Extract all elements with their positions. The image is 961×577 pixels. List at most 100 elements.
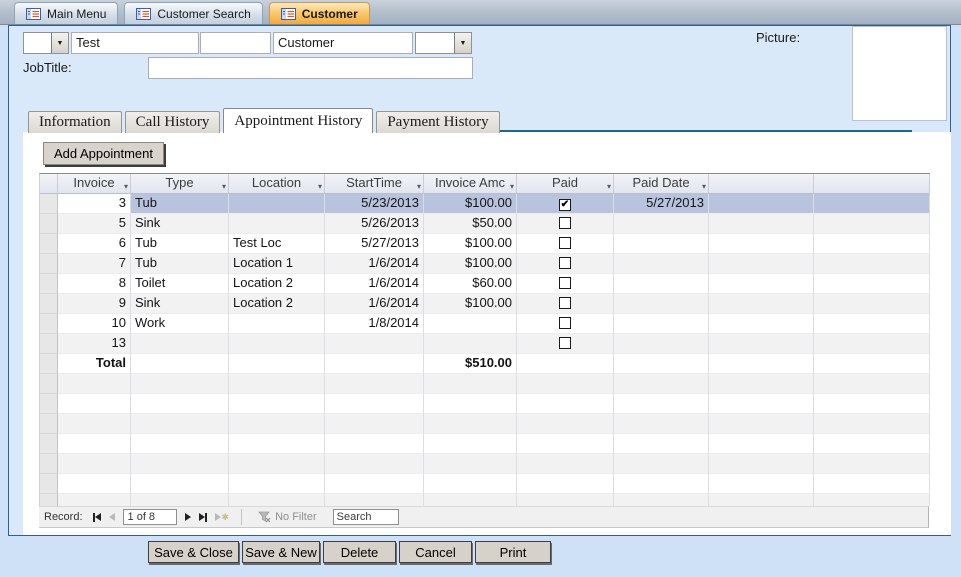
cell-start_time[interactable]: 5/23/2013 xyxy=(325,194,424,214)
select-all-cell[interactable] xyxy=(40,174,58,194)
picture-box[interactable] xyxy=(852,26,947,121)
window-tab-customer[interactable]: Customer xyxy=(269,2,370,24)
cell-type[interactable]: Sink xyxy=(131,214,229,234)
cell-extra2[interactable] xyxy=(814,334,930,354)
cell-invoice_amount[interactable]: $50.00 xyxy=(424,214,517,234)
cell-invoice_amount[interactable]: $100.00 xyxy=(424,254,517,274)
cell-location[interactable]: Location 2 xyxy=(229,294,325,314)
cell-paid[interactable] xyxy=(517,234,614,254)
cell-invoice_amount[interactable]: $60.00 xyxy=(424,274,517,294)
no-filter-button[interactable]: No Filter xyxy=(250,511,325,523)
filter-dropdown-icon[interactable]: ▾ xyxy=(318,178,322,194)
column-header-invoice_amount[interactable]: Invoice Amc▾ xyxy=(424,174,517,194)
paid-checkbox[interactable] xyxy=(559,277,571,289)
paid-checkbox[interactable] xyxy=(559,217,571,229)
cell-extra2[interactable] xyxy=(814,274,930,294)
cell-extra1[interactable] xyxy=(709,254,814,274)
cell-invoice[interactable]: 8 xyxy=(58,274,131,294)
middle-name-field[interactable] xyxy=(200,32,271,54)
last-record-button[interactable] xyxy=(195,509,211,525)
cell-paid_date[interactable] xyxy=(614,314,709,334)
cell-type[interactable]: Tub xyxy=(131,254,229,274)
cell-type[interactable]: Sink xyxy=(131,294,229,314)
cell-invoice[interactable]: 13 xyxy=(58,334,131,354)
save-close-button[interactable]: Save & Close xyxy=(148,541,239,563)
cell-location[interactable]: Test Loc xyxy=(229,234,325,254)
cell-location[interactable] xyxy=(229,314,325,334)
chevron-down-icon[interactable]: ▼ xyxy=(454,33,471,53)
tab-appointment-history[interactable]: Appointment History xyxy=(223,108,373,133)
cell-paid_date[interactable] xyxy=(614,294,709,314)
paid-checkbox[interactable] xyxy=(559,317,571,329)
cell-invoice_amount[interactable]: $100.00 xyxy=(424,294,517,314)
cell-invoice[interactable]: 6 xyxy=(58,234,131,254)
cell-paid[interactable]: ✔ xyxy=(517,194,614,214)
cell-invoice[interactable]: 10 xyxy=(58,314,131,334)
print-button[interactable]: Print xyxy=(475,541,551,563)
cell-extra2[interactable] xyxy=(814,234,930,254)
cell-start_time[interactable]: 5/26/2013 xyxy=(325,214,424,234)
cell-invoice_amount[interactable]: $100.00 xyxy=(424,194,517,214)
last-name-field[interactable]: Customer xyxy=(273,32,413,54)
filter-dropdown-icon[interactable]: ▾ xyxy=(702,178,706,194)
job-title-field[interactable] xyxy=(148,57,473,79)
cell-location[interactable] xyxy=(229,194,325,214)
cell-start_time[interactable]: 1/6/2014 xyxy=(325,294,424,314)
cell-location[interactable]: Location 1 xyxy=(229,254,325,274)
name-suffix-combo[interactable]: ▼ xyxy=(415,32,472,54)
column-header-paid[interactable]: Paid▾ xyxy=(517,174,614,194)
delete-button[interactable]: Delete xyxy=(323,541,396,563)
cell-extra2[interactable] xyxy=(814,254,930,274)
row-selector[interactable] xyxy=(40,234,58,254)
row-selector[interactable] xyxy=(40,214,58,234)
tab-call-history[interactable]: Call History xyxy=(125,111,221,133)
column-header-paid_date[interactable]: Paid Date▾ xyxy=(614,174,709,194)
cell-extra2[interactable] xyxy=(814,214,930,234)
paid-checkbox[interactable] xyxy=(559,297,571,309)
cell-extra1[interactable] xyxy=(709,274,814,294)
paid-checkbox[interactable]: ✔ xyxy=(559,199,571,211)
filter-dropdown-icon[interactable]: ▾ xyxy=(510,178,514,194)
row-selector[interactable] xyxy=(40,274,58,294)
cell-start_time[interactable]: 1/6/2014 xyxy=(325,274,424,294)
filter-dropdown-icon[interactable]: ▾ xyxy=(607,178,611,194)
cell-location[interactable] xyxy=(229,334,325,354)
cell-type[interactable]: Work xyxy=(131,314,229,334)
cell-paid_date[interactable] xyxy=(614,254,709,274)
new-record-button[interactable]: ✱ xyxy=(211,509,234,525)
previous-record-button[interactable] xyxy=(105,509,119,525)
filter-dropdown-icon[interactable]: ▾ xyxy=(417,178,421,194)
chevron-down-icon[interactable]: ▼ xyxy=(51,33,68,53)
cell-invoice_amount[interactable]: $100.00 xyxy=(424,234,517,254)
window-tab-customer-search[interactable]: Customer Search xyxy=(124,2,262,24)
cell-invoice[interactable]: 7 xyxy=(58,254,131,274)
cell-invoice_amount[interactable] xyxy=(424,334,517,354)
cell-paid[interactable] xyxy=(517,254,614,274)
cell-paid_date[interactable] xyxy=(614,234,709,254)
first-name-field[interactable]: Test xyxy=(71,32,199,54)
column-header-location[interactable]: Location▾ xyxy=(229,174,325,194)
column-header-type[interactable]: Type▾ xyxy=(131,174,229,194)
cell-extra1[interactable] xyxy=(709,194,814,214)
cell-extra1[interactable] xyxy=(709,294,814,314)
cell-paid[interactable] xyxy=(517,214,614,234)
cell-type[interactable]: Tub xyxy=(131,234,229,254)
cell-type[interactable]: Tub xyxy=(131,194,229,214)
cell-paid_date[interactable]: 5/27/2013 xyxy=(614,194,709,214)
add-appointment-button[interactable]: Add Appointment xyxy=(43,142,164,165)
cell-paid[interactable] xyxy=(517,294,614,314)
next-record-button[interactable] xyxy=(181,509,195,525)
cell-extra2[interactable] xyxy=(814,194,930,214)
cell-invoice[interactable]: 9 xyxy=(58,294,131,314)
window-tab-main-menu[interactable]: Main Menu xyxy=(14,2,118,24)
row-selector[interactable] xyxy=(40,294,58,314)
paid-checkbox[interactable] xyxy=(559,257,571,269)
cell-extra1[interactable] xyxy=(709,214,814,234)
row-selector[interactable] xyxy=(40,334,58,354)
record-position-box[interactable]: 1 of 8 xyxy=(123,509,177,525)
cancel-button[interactable]: Cancel xyxy=(399,541,472,563)
cell-type[interactable]: Toilet xyxy=(131,274,229,294)
cell-extra1[interactable] xyxy=(709,334,814,354)
cell-start_time[interactable]: 1/8/2014 xyxy=(325,314,424,334)
tab-information[interactable]: Information xyxy=(28,111,122,133)
